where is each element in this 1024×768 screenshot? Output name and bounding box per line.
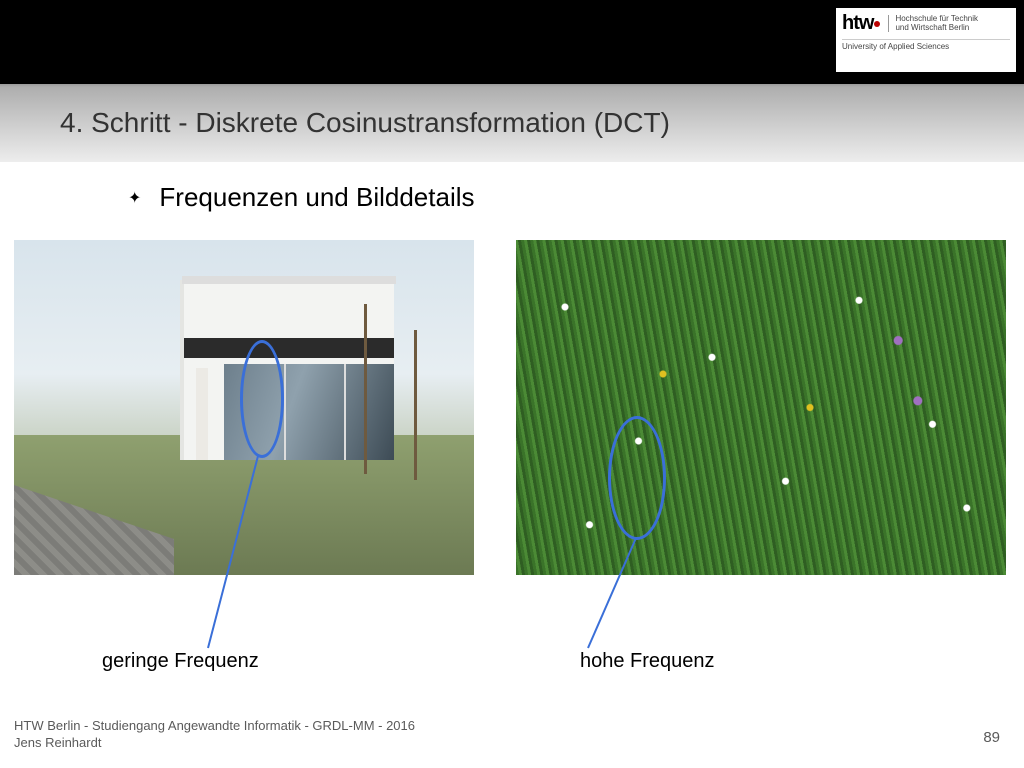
footer-line1: HTW Berlin - Studiengang Angewandte Info… <box>14 717 415 735</box>
footer-line2: Jens Reinhardt <box>14 734 415 752</box>
page-number: 89 <box>983 729 1000 746</box>
caption-low-frequency: geringe Frequenz <box>102 650 259 673</box>
slide: htw Hochschule für Technik und Wirtschaf… <box>0 0 1024 768</box>
footer: HTW Berlin - Studiengang Angewandte Info… <box>14 717 415 752</box>
caption-high-frequency: hohe Frequenz <box>580 650 715 673</box>
